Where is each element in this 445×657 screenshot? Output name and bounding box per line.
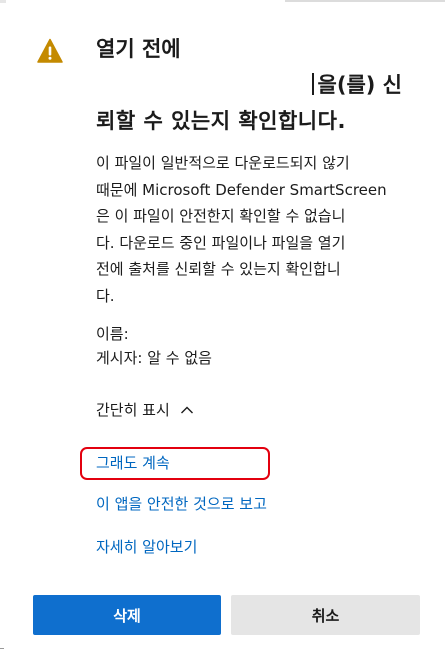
title-line-2: 을(를) 신 <box>96 67 426 103</box>
continue-anyway-link[interactable]: 그래도 계속 <box>96 452 170 474</box>
warning-description: 이 파일이 일반적으로 다운로드되지 않기 때문에 Microsoft Defe… <box>96 150 422 309</box>
warning-triangle-icon <box>37 38 63 64</box>
description-line: 다. <box>96 286 115 305</box>
learn-more-link[interactable]: 자세히 알아보기 <box>96 536 197 558</box>
title-line-1: 열기 전에 <box>96 37 181 61</box>
smartscreen-dialog: 열기 전에 을(를) 신 뢰할 수 있는지 확인합니다. 이 파일이 일반적으로… <box>0 0 445 657</box>
window-edge <box>0 0 6 3</box>
show-less-label: 간단히 표시 <box>96 401 170 419</box>
file-name-label: 이름: <box>96 325 129 343</box>
description-line: 은 이 파일이 안전한지 확인할 수 없습니 <box>96 207 346 225</box>
title-line-3: 뢰할 수 있는지 확인합니다. <box>96 109 346 133</box>
description-line: 전에 출처를 신뢰할 수 있는지 확인합니 <box>96 260 341 278</box>
publisher-label: 게시자: 알 수 없음 <box>96 349 212 367</box>
chevron-up-icon <box>180 403 194 417</box>
description-line: 다. 다운로드 중인 파일이나 파일을 열기 <box>96 233 346 252</box>
description-line: 이 파일이 일반적으로 다운로드되지 않기 <box>96 154 350 172</box>
window-edge <box>0 648 4 649</box>
window-edge <box>285 0 445 2</box>
show-less-toggle[interactable]: 간단히 표시 <box>96 399 194 421</box>
title-line-2-text: 을(를) 신 <box>317 73 402 97</box>
report-safe-link[interactable]: 이 앱을 안전한 것으로 보고 <box>96 493 267 515</box>
text-cursor <box>311 73 314 95</box>
description-line: 때문에 Microsoft Defender SmartScreen <box>96 180 387 199</box>
delete-button[interactable]: 삭제 <box>33 595 221 635</box>
file-info: 이름: 게시자: 알 수 없음 <box>96 322 212 370</box>
dialog-title: 열기 전에 을(를) 신 뢰할 수 있는지 확인합니다. <box>96 31 426 139</box>
cancel-button[interactable]: 취소 <box>231 595 420 635</box>
